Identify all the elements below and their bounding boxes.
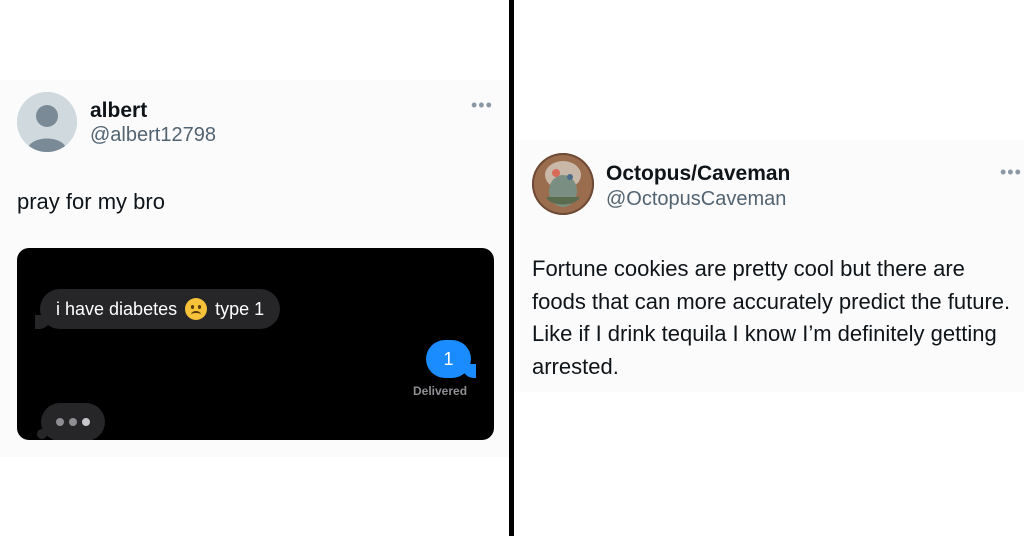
more-options-icon[interactable]: ••• [471,96,493,114]
tweet-text: Fortune cookies are pretty cool but ther… [532,256,1011,379]
bubble-tail [35,315,51,329]
display-name[interactable]: albert [90,99,147,123]
incoming-message-text-2: type 1 [215,298,265,319]
more-options-icon[interactable]: ••• [1000,163,1022,181]
user-handle[interactable]: @OctopusCaveman [606,188,786,211]
slightly-frowning-face-icon [185,298,208,320]
incoming-message-text: i have diabetes [56,298,178,319]
tweet-card-octopuscaveman[interactable]: Octopus/Caveman @OctopusCaveman ••• Fort… [514,140,1024,392]
user-handle[interactable]: @albert12798 [90,124,216,147]
outgoing-message-bubble: 1 [426,340,476,378]
default-avatar-icon[interactable] [17,92,77,152]
outgoing-message-text: 1 [443,348,454,369]
bubble-tail [462,364,476,378]
delivered-status: Delivered [413,384,468,398]
profile-avatar[interactable] [532,153,594,215]
tweet-card-albert[interactable]: albert @albert12798 ••• pray for my bro … [0,80,509,457]
embedded-message-screenshot[interactable]: i have diabetes type 1 1 Delivered [17,248,494,440]
tweet-text: pray for my bro [17,189,165,214]
display-name[interactable]: Octopus/Caveman [606,162,790,186]
incoming-message-bubble: i have diabetes type 1 [35,289,281,329]
typing-dots-icon [37,403,105,440]
